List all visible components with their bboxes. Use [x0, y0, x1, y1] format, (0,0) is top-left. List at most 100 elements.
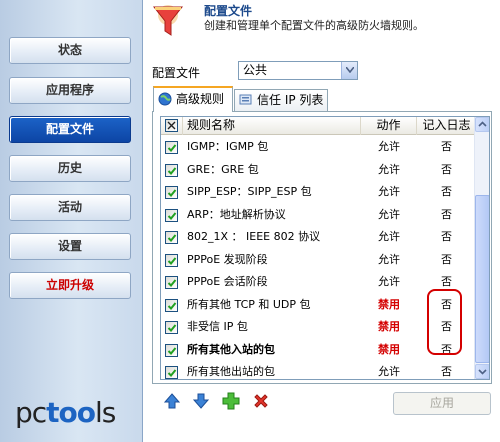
rule-log[interactable]: 否	[417, 249, 476, 272]
rule-name: GRE：GRE 包	[187, 162, 259, 176]
select-all-header[interactable]	[161, 117, 183, 135]
vertical-scrollbar[interactable]	[474, 117, 489, 379]
chevron-up-icon	[478, 121, 487, 127]
row-checkbox[interactable]	[165, 186, 178, 199]
rules-table: 规则名称 动作 记入日志 IGMP：IGMP 包允许否 GRE：GRE 包允许否 S…	[160, 116, 490, 380]
row-checkbox[interactable]	[165, 253, 178, 267]
rule-log[interactable]: 否	[417, 181, 476, 204]
table-row[interactable]: 非受信 IP 包 禁用否	[161, 316, 476, 339]
row-checkbox[interactable]	[165, 163, 178, 177]
header: 配置文件 创建和管理单个配置文件的高级防火墙规则。	[144, 0, 500, 50]
page-description: 创建和管理单个配置文件的高级防火墙规则。	[204, 19, 424, 32]
sidebar-item-settings[interactable]: 设置	[9, 233, 131, 260]
checkmark-icon	[167, 346, 177, 355]
rule-action[interactable]: 允许	[361, 226, 417, 249]
checkmark-icon	[167, 189, 177, 197]
sidebar-item-status[interactable]: 状态	[9, 37, 131, 64]
tab-trusted-ip-list[interactable]: 信任 IP 列表	[234, 89, 328, 111]
add-plus-icon[interactable]	[222, 392, 240, 410]
rule-name: 非受信 IP 包	[187, 320, 248, 333]
scroll-up-button[interactable]	[475, 117, 489, 132]
table-header: 规则名称 动作 记入日志	[161, 117, 476, 135]
checkmark-icon	[167, 234, 177, 242]
row-checkbox[interactable]	[165, 321, 178, 334]
rule-action[interactable]: 允许	[361, 361, 417, 379]
column-header-action[interactable]: 动作	[361, 117, 417, 135]
scroll-down-button[interactable]	[475, 364, 489, 379]
row-checkbox[interactable]	[165, 231, 178, 244]
apply-button[interactable]: 应用	[393, 392, 491, 415]
table-row[interactable]: IGMP：IGMP 包 允许否	[161, 136, 476, 159]
table-row[interactable]: GRE：GRE 包 允许否	[161, 159, 476, 182]
check-x-icon	[167, 121, 176, 130]
table-row[interactable]: 所有其他入站的包 禁用否	[161, 339, 476, 362]
row-checkbox[interactable]	[165, 366, 178, 379]
rule-name: PPPoE 发现阶段	[187, 252, 268, 266]
tab-advanced-rules[interactable]: 高级规则	[153, 86, 233, 112]
rule-action[interactable]: 允许	[361, 159, 417, 182]
table-row[interactable]: PPPoE 发现阶段 允许否	[161, 249, 476, 272]
profile-select[interactable]: 公共	[238, 61, 358, 80]
sidebar-item-applications[interactable]: 应用程序	[9, 77, 131, 104]
row-checkbox[interactable]	[165, 141, 178, 154]
rule-log[interactable]: 否	[417, 316, 476, 339]
rule-log[interactable]: 否	[417, 339, 476, 362]
rule-action[interactable]: 禁用	[361, 339, 417, 362]
table-row[interactable]: SIPP_ESP：SIPP_ESP 包 允许否	[161, 181, 476, 204]
rule-log[interactable]: 否	[417, 271, 476, 294]
table-row[interactable]: ARP：地址解析协议 允许否	[161, 204, 476, 227]
sidebar-item-upgrade[interactable]: 立即升级	[9, 272, 131, 299]
checkmark-icon	[167, 279, 177, 287]
row-checkbox[interactable]	[165, 298, 178, 312]
scrollbar-thumb[interactable]	[475, 195, 489, 363]
dropdown-button[interactable]	[341, 62, 357, 79]
rule-action[interactable]: 禁用	[361, 294, 417, 317]
row-checkbox[interactable]	[165, 208, 178, 222]
rule-log[interactable]: 否	[417, 294, 476, 317]
checkmark-icon	[167, 324, 177, 332]
table-row[interactable]: PPPoE 会话阶段 允许否	[161, 271, 476, 294]
rule-action[interactable]: 允许	[361, 249, 417, 272]
rule-name: 所有其他出站的包	[187, 365, 275, 378]
checkmark-icon	[167, 166, 177, 175]
row-checkbox[interactable]	[165, 343, 178, 357]
rules-panel: 规则名称 动作 记入日志 IGMP：IGMP 包允许否 GRE：GRE 包允许否 S…	[152, 111, 492, 384]
rule-name: ARP：地址解析协议	[187, 207, 286, 221]
sidebar-item-profiles[interactable]: 配置文件	[9, 116, 131, 143]
rule-action[interactable]: 禁用	[361, 316, 417, 339]
sidebar: 状态 应用程序 配置文件 历史 活动 设置 立即升级 pctools	[0, 0, 143, 442]
chevron-down-icon	[478, 369, 487, 375]
rule-name: 所有其他 TCP 和 UDP 包	[187, 297, 311, 311]
row-checkbox[interactable]	[165, 276, 178, 289]
tab-label: 信任 IP 列表	[257, 93, 324, 107]
rule-name: 802_1X ： IEEE 802 协议	[187, 230, 321, 243]
table-row[interactable]: 802_1X ： IEEE 802 协议 允许否	[161, 226, 476, 249]
rule-log[interactable]: 否	[417, 159, 476, 182]
table-row[interactable]: 所有其他 TCP 和 UDP 包 禁用否	[161, 294, 476, 317]
rule-action[interactable]: 允许	[361, 136, 417, 159]
column-header-log[interactable]: 记入日志	[417, 117, 476, 135]
move-down-arrow-icon[interactable]	[192, 392, 210, 410]
profile-label: 配置文件	[152, 66, 201, 80]
sidebar-item-history[interactable]: 历史	[9, 155, 131, 182]
sidebar-item-activity[interactable]: 活动	[9, 194, 131, 221]
rule-log[interactable]: 否	[417, 136, 476, 159]
rule-action[interactable]: 允许	[361, 271, 417, 294]
rule-log[interactable]: 否	[417, 361, 476, 379]
rule-log[interactable]: 否	[417, 204, 476, 227]
select-all-checkbox[interactable]	[165, 119, 178, 132]
table-row[interactable]: 所有其他出站的包 允许否	[161, 361, 476, 379]
rule-log[interactable]: 否	[417, 226, 476, 249]
pctools-logo: pctools	[15, 396, 116, 429]
globe-icon	[158, 92, 172, 106]
column-header-name[interactable]: 规则名称	[183, 117, 361, 135]
rule-action[interactable]: 允许	[361, 204, 417, 227]
delete-x-icon[interactable]	[252, 392, 270, 410]
profile-select-value: 公共	[243, 63, 268, 77]
move-up-arrow-icon[interactable]	[163, 392, 181, 410]
rule-name: IGMP：IGMP 包	[187, 140, 269, 153]
checkmark-icon	[167, 144, 177, 152]
chevron-down-icon	[346, 67, 354, 73]
rule-action[interactable]: 允许	[361, 181, 417, 204]
tab-label: 高级规则	[176, 92, 225, 106]
